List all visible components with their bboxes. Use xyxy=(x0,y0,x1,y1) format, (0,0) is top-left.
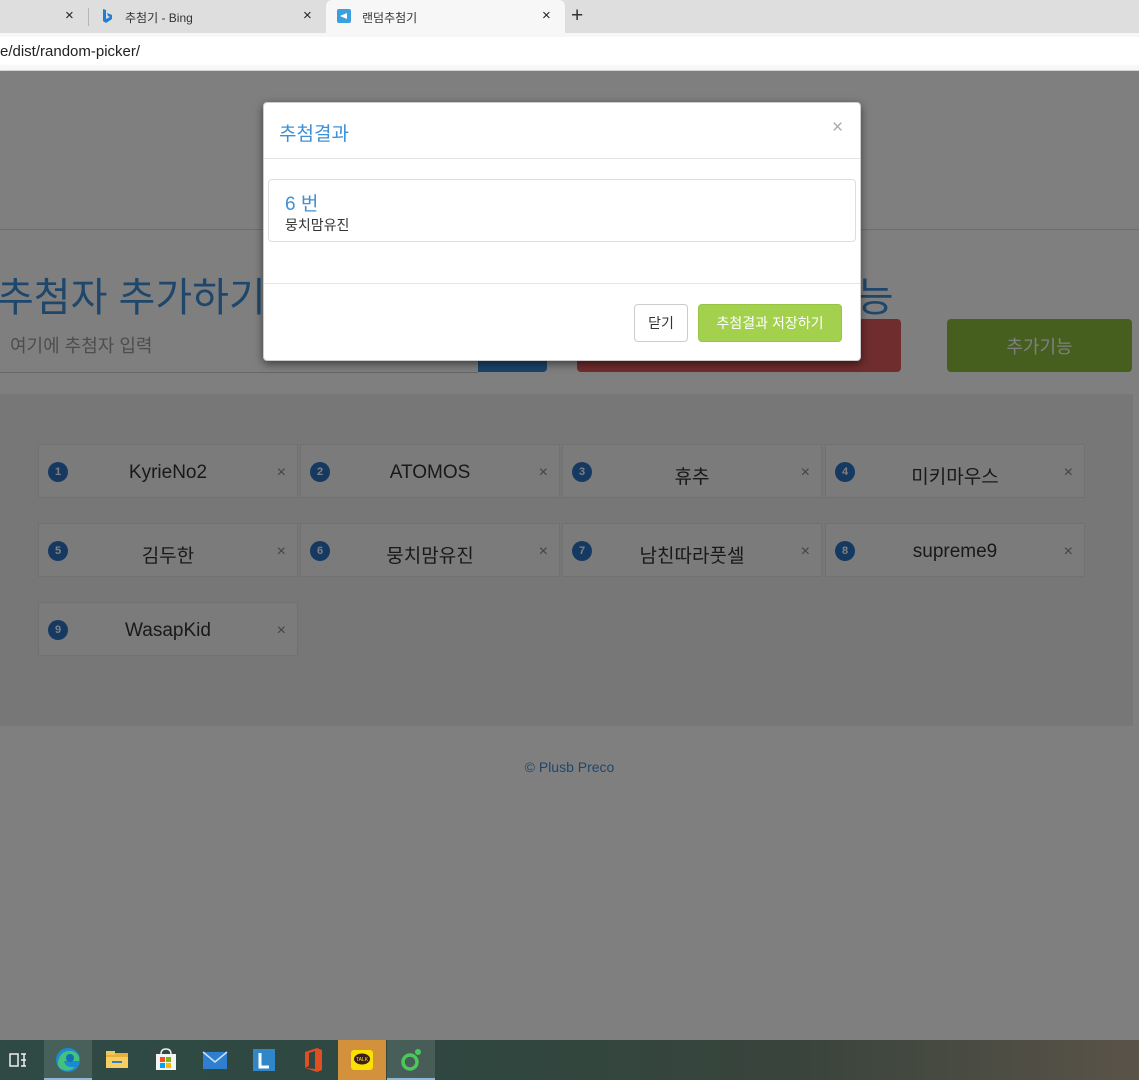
url-text[interactable]: e/dist/random-picker/ xyxy=(0,43,140,60)
modal-header: 추첨결과 × xyxy=(264,103,860,159)
browser-tab-bar: × 추첨기 - Bing × 랜덤추첨기 × + xyxy=(0,0,1139,33)
modal-title: 추첨결과 xyxy=(279,124,349,145)
green-app-icon[interactable] xyxy=(387,1040,435,1080)
task-view-icon[interactable] xyxy=(0,1040,48,1080)
tab-label: 추첨기 - Bing xyxy=(125,11,193,25)
office-icon[interactable] xyxy=(289,1040,337,1080)
result-item: 6 번 뭉치맘유진 xyxy=(268,179,856,242)
tab-bing[interactable]: 추첨기 - Bing × xyxy=(89,0,325,33)
mail-icon[interactable] xyxy=(191,1040,239,1080)
modal-footer: 닫기 추첨결과 저장하기 xyxy=(264,283,860,360)
address-bar xyxy=(0,33,1139,71)
bing-icon xyxy=(103,9,112,23)
new-tab-button[interactable]: + xyxy=(571,4,583,28)
edge-icon[interactable] xyxy=(44,1040,92,1080)
svg-text:TALK: TALK xyxy=(356,1057,369,1063)
modal-close-icon[interactable]: × xyxy=(832,117,843,139)
tab-close-icon[interactable]: × xyxy=(303,7,312,24)
url-field[interactable] xyxy=(0,37,1139,65)
close-button[interactable]: 닫기 xyxy=(634,304,688,342)
kakaotalk-icon[interactable]: TALK xyxy=(338,1040,386,1080)
taskbar: TALK xyxy=(0,1040,1139,1080)
tab-close-icon[interactable]: × xyxy=(65,7,74,24)
store-icon[interactable] xyxy=(142,1040,190,1080)
l-app-icon[interactable] xyxy=(240,1040,288,1080)
result-modal: 추첨결과 × 6 번 뭉치맘유진 닫기 추첨결과 저장하기 xyxy=(263,102,861,361)
picker-favicon-icon xyxy=(337,9,351,23)
tab-previous[interactable]: × xyxy=(0,0,86,33)
result-name: 뭉치맘유진 xyxy=(285,217,350,233)
tab-close-icon[interactable]: × xyxy=(542,7,551,24)
tab-label: 랜덤추첨기 xyxy=(362,11,418,25)
result-number: 6 번 xyxy=(285,194,319,215)
tab-random-picker[interactable]: 랜덤추첨기 × xyxy=(326,0,565,33)
file-explorer-icon[interactable] xyxy=(93,1040,141,1080)
save-results-button[interactable]: 추첨결과 저장하기 xyxy=(698,304,842,342)
